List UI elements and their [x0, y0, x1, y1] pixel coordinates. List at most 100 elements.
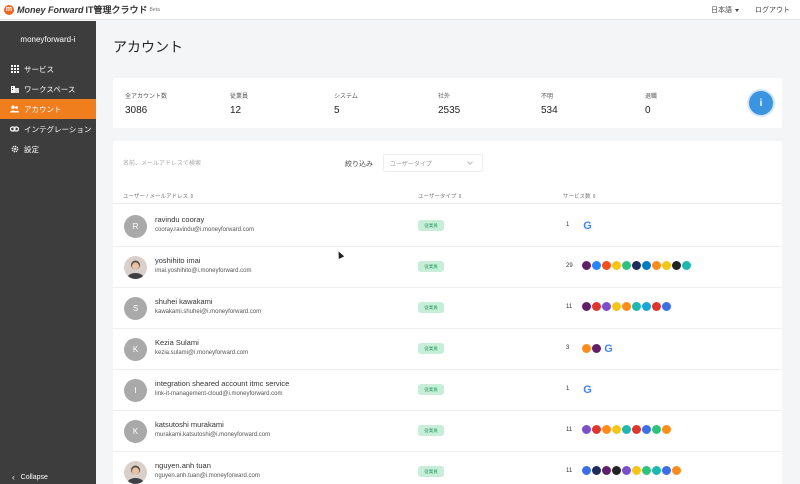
orange-app-icon: [671, 465, 682, 476]
user-name: integration sheared account itmc service: [155, 379, 290, 388]
stat-total-accounts: 全アカウント数 3086: [125, 91, 167, 116]
service-icons: [581, 301, 672, 312]
product-name: IT管理クラウド: [85, 5, 148, 15]
google-icon: G: [583, 219, 592, 232]
info-icon: i: [759, 97, 763, 109]
stat-value: 5: [334, 105, 340, 116]
service-count: 1: [566, 222, 570, 228]
user-type-badge: 従業員: [418, 425, 444, 436]
user-name: shuhei kawakami: [155, 297, 213, 306]
collapse-button[interactable]: ‹ Collapse: [0, 470, 96, 484]
user-photo-icon: [127, 260, 144, 279]
filter-label: 絞り込み: [345, 161, 373, 168]
stat-value: 0: [645, 105, 651, 116]
user-email: murakami.katsutoshi@i.moneyforward.com: [155, 432, 271, 438]
stat-value: 12: [230, 105, 242, 116]
user-type-select[interactable]: ユーザータイプ: [383, 154, 483, 172]
column-header-user[interactable]: ユーザー / メールアドレス ⇕: [123, 192, 194, 200]
sidebar: moneyforward-i サービス ワークスペース アカウント インテグレー…: [0, 21, 96, 484]
user-type-badge: 従業員: [418, 220, 444, 231]
avatar: R: [124, 215, 147, 238]
collapse-label: Collapse: [20, 473, 48, 481]
user-email: cooray.ravindu@i.moneyforward.com: [155, 227, 255, 233]
sidebar-item-settings[interactable]: 設定: [0, 139, 96, 159]
gear-icon: [10, 145, 19, 154]
sidebar-item-label: インテグレーション: [24, 124, 92, 134]
stat-unknown: 不明 534: [541, 91, 558, 116]
stat-employees: 従業員 12: [230, 91, 248, 116]
page-title: アカウント: [113, 39, 183, 55]
top-bar: m Money Forward IT管理クラウド Beta 日本語 ログアウト: [0, 0, 800, 20]
column-header-services[interactable]: サービス数 ⇕: [563, 192, 597, 200]
beta-label: Beta: [149, 6, 160, 13]
service-icons: [581, 465, 682, 476]
service-count: 29: [566, 263, 573, 269]
table-row[interactable]: K Kezia Sulami kezia.sulami@i.moneyforward…: [113, 330, 782, 370]
user-email: kawakami.shuhei@i.moneyforward.com: [155, 309, 262, 315]
user-type-badge: 従業員: [418, 261, 444, 272]
avatar: [124, 256, 147, 279]
column-header-type[interactable]: ユーザータイプ ⇕: [418, 192, 463, 200]
service-count: 1: [566, 386, 570, 392]
header-divider: [113, 203, 782, 204]
table-row[interactable]: Sshuhei kawakami kawakami.shuhei@i.moneyf…: [113, 289, 782, 329]
info-button[interactable]: i: [749, 91, 773, 115]
brand-name: Money Forward: [17, 4, 84, 15]
stat-external: 社外 2535: [438, 91, 460, 116]
language-dropdown[interactable]: 日本語: [711, 5, 739, 15]
stat-label: 全アカウント数: [125, 94, 168, 100]
service-count: 3: [566, 345, 570, 351]
orange-app-icon: [661, 424, 672, 435]
stat-label: 不明: [541, 94, 554, 100]
sidebar-item-workspaces[interactable]: ワークスペース: [0, 79, 96, 99]
sidebar-item-integrations[interactable]: インテグレーション: [0, 119, 96, 139]
avatar: S: [124, 297, 147, 320]
building-icon: [10, 85, 19, 94]
service-icons: G: [581, 383, 594, 396]
stat-label: 従業員: [230, 94, 249, 100]
user-email: kezia.sulami@i.moneyforward.com: [155, 350, 249, 356]
user-type-placeholder: ユーザータイプ: [390, 161, 432, 168]
avatar: K: [124, 338, 147, 361]
table-row[interactable]: Rravindu cooray cooray.ravindu@i.moneyfor…: [113, 207, 782, 247]
user-email: imai.yoshihito@i.moneyforward.com: [155, 268, 252, 274]
stat-label: 社外: [438, 94, 451, 100]
table-row[interactable]: nguyen.anh tuan nguyen.anh.tuan@i.moneyfo…: [113, 453, 782, 484]
chevron-left-icon: ‹: [12, 472, 15, 482]
caret-down-icon: [735, 8, 739, 12]
service-count: 11: [566, 468, 573, 474]
table-row[interactable]: Iintegration sheared account itmc servic…: [113, 371, 782, 411]
user-type-badge: 従業員: [418, 343, 444, 354]
sidebar-item-accounts[interactable]: アカウント: [0, 99, 96, 119]
user-name: yoshihito imai: [155, 256, 201, 265]
service-icons: G: [581, 219, 594, 232]
user-type-badge: 従業員: [418, 384, 444, 395]
grid-icon: [10, 65, 19, 74]
organization-name: moneyforward-i: [20, 35, 76, 44]
sidebar-item-label: サービス: [24, 64, 54, 74]
stat-value: 3086: [125, 105, 148, 116]
avatar: [124, 461, 147, 484]
teal-app-icon: [681, 260, 692, 271]
service-icons: [581, 424, 672, 435]
search-input[interactable]: [123, 157, 243, 171]
stat-system: システム 5: [334, 91, 358, 116]
sidebar-item-label: 設定: [24, 144, 39, 154]
service-count: 11: [566, 427, 573, 433]
sidebar-item-label: アカウント: [24, 104, 62, 114]
google-icon: G: [604, 342, 613, 355]
blue-app-icon: [661, 301, 672, 312]
avatar: I: [124, 379, 147, 402]
table-row[interactable]: Kkatsutoshi murakami murakami.katsutoshi@…: [113, 412, 782, 452]
user-type-badge: 従業員: [418, 466, 444, 477]
sidebar-item-services[interactable]: サービス: [0, 59, 96, 79]
user-email: nguyen.anh.tuan@i.moneyforward.com: [155, 473, 260, 479]
logout-link[interactable]: ログアウト: [755, 5, 790, 15]
brand-logo[interactable]: m Money Forward IT管理クラウド Beta: [4, 3, 160, 16]
service-count: 11: [566, 304, 573, 310]
table-row[interactable]: yoshihito imai imai.yoshihito@i.moneyforw…: [113, 248, 782, 288]
stat-value: 2535: [438, 105, 461, 116]
user-name: Kezia Sulami: [155, 338, 199, 347]
avatar: K: [124, 420, 147, 443]
slack-app-icon: [591, 343, 602, 354]
